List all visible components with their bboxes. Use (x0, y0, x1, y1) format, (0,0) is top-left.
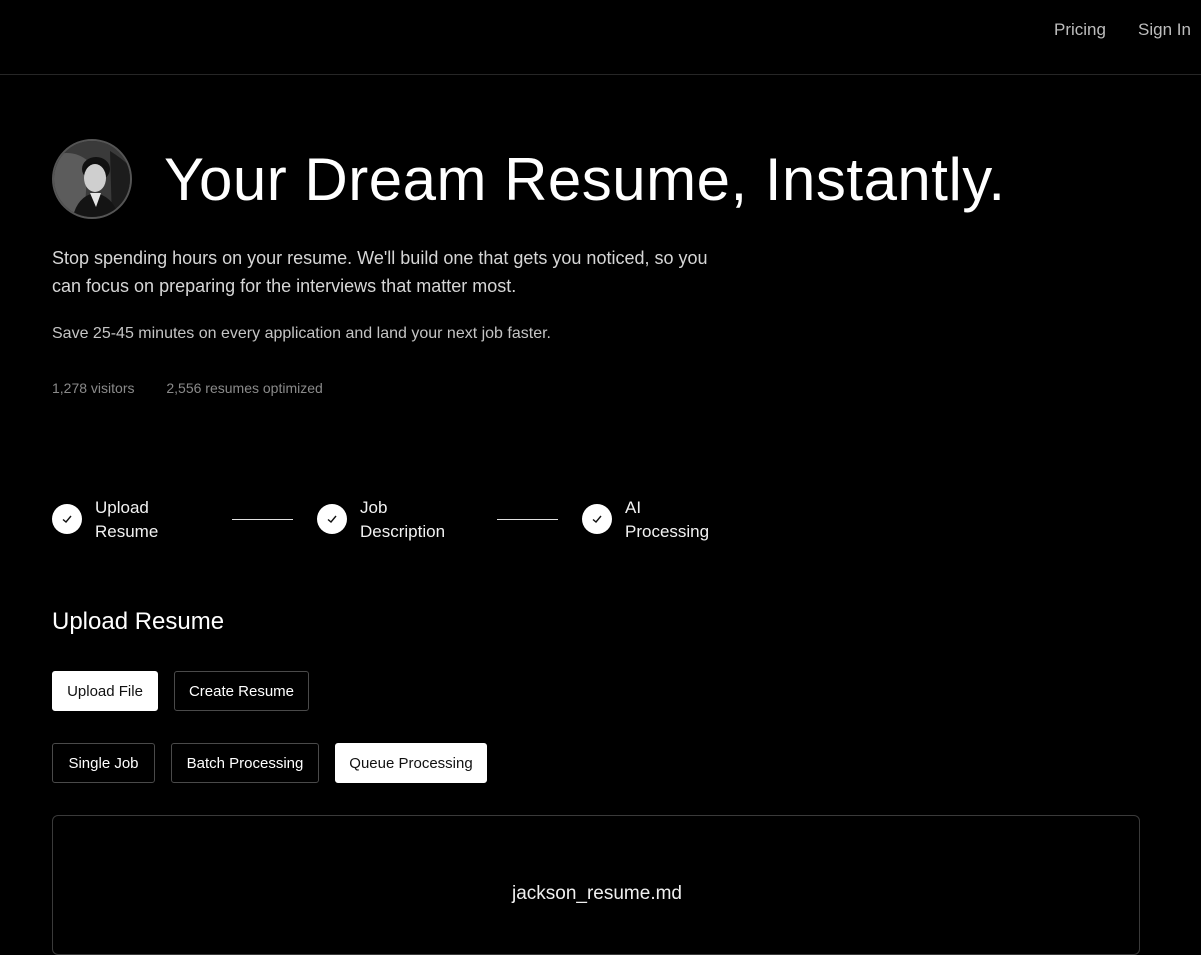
step-job-description: Job Description (317, 496, 480, 544)
batch-processing-button[interactable]: Batch Processing (171, 743, 319, 783)
queue-processing-button[interactable]: Queue Processing (335, 743, 487, 783)
upload-file-button[interactable]: Upload File (52, 671, 158, 711)
step-connector (497, 519, 558, 520)
step-complete-circle (317, 504, 347, 534)
uploaded-file-name: jackson_resume.md (511, 883, 683, 904)
check-icon (327, 515, 337, 523)
top-nav-bar: Pricing Sign In (0, 0, 1201, 75)
avatar (52, 139, 132, 219)
file-drop-zone[interactable]: jackson_resume.md (52, 815, 1140, 955)
step-upload-resume: Upload Resume (52, 496, 215, 544)
check-icon (592, 515, 602, 523)
step-complete-circle (52, 504, 82, 534)
step-label: AI Processing (625, 498, 710, 541)
hero-title: Your Dream Resume, Instantly. (164, 146, 1006, 213)
usage-stats: 1,278 visitors 2,556 resumes optimized (52, 380, 323, 396)
step-label: Upload Resume (95, 498, 159, 541)
hero-time-savings: Save 25-45 minutes on every application … (52, 325, 551, 342)
single-job-button[interactable]: Single Job (52, 743, 155, 783)
step-label: Job Description (360, 498, 446, 541)
resumes-optimized-count: 2,556 resumes optimized (166, 380, 323, 396)
upload-section-title: Upload Resume (52, 608, 225, 635)
nav-pricing-link[interactable]: Pricing (1054, 20, 1106, 40)
step-complete-circle (582, 504, 612, 534)
hero-subtitle: Stop spending hours on your resume. We'l… (52, 248, 708, 296)
step-ai-processing: AI Processing (582, 496, 745, 544)
check-icon (62, 515, 72, 523)
step-connector (232, 519, 293, 520)
create-resume-button[interactable]: Create Resume (174, 671, 309, 711)
avatar-portrait-image (54, 141, 130, 217)
nav-sign-in-link[interactable]: Sign In (1138, 20, 1191, 40)
visitors-count: 1,278 visitors (52, 380, 135, 396)
